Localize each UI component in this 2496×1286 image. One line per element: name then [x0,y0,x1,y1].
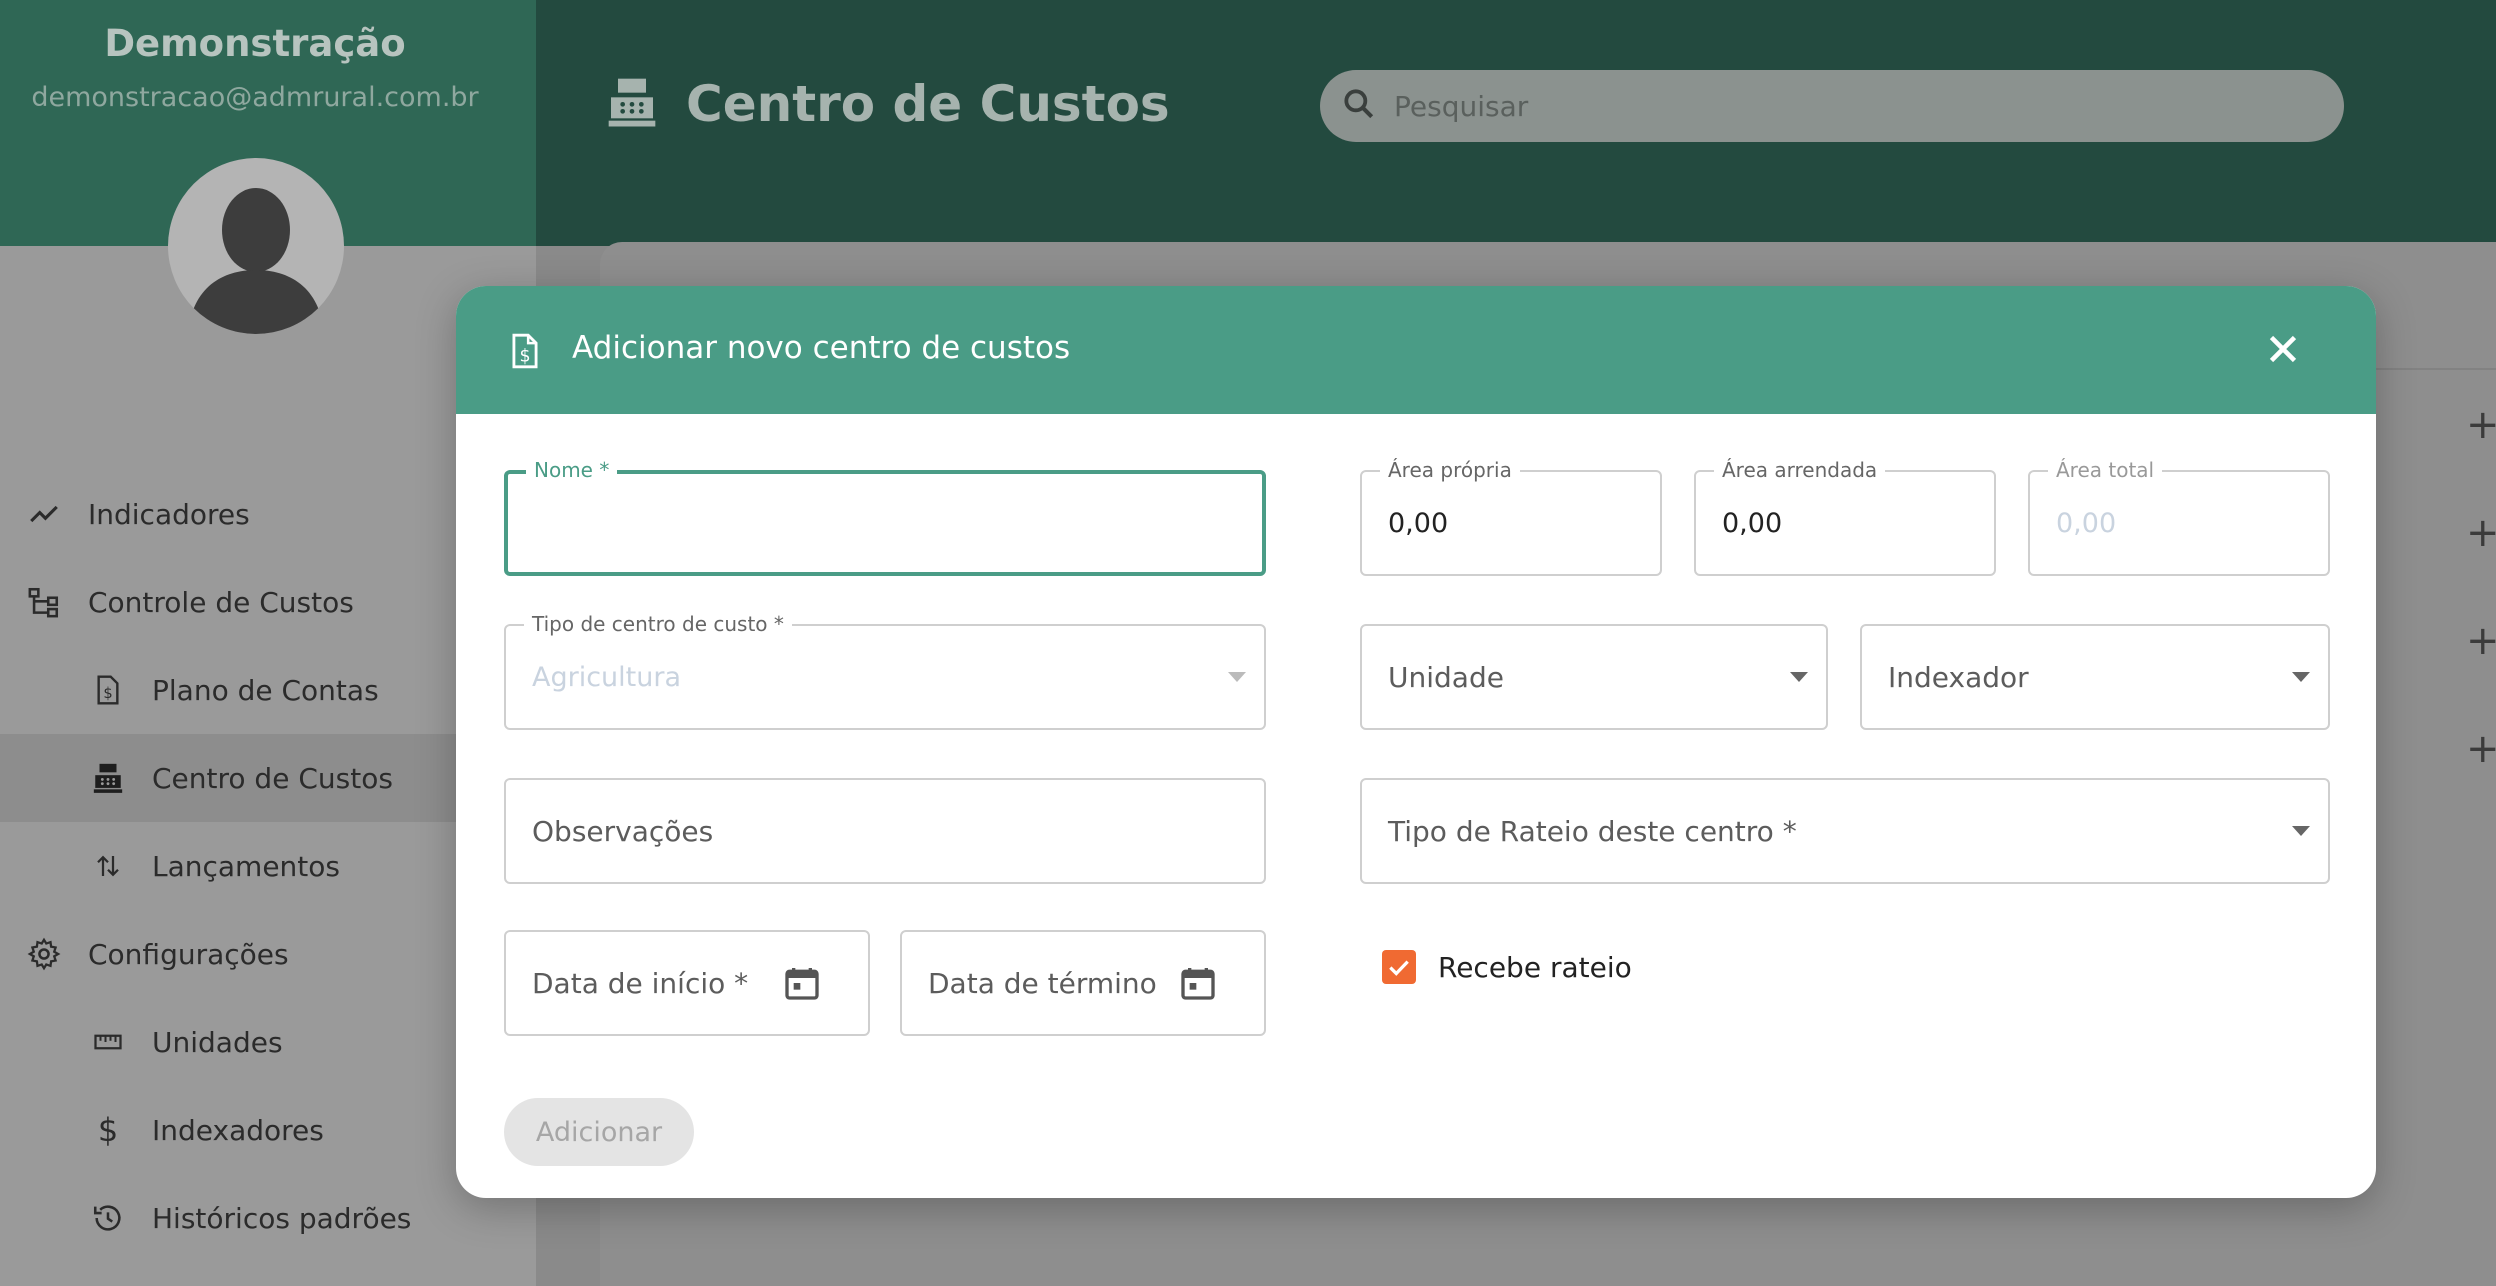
page-title: Centro de Custos [686,75,1170,133]
nome-input[interactable] [532,474,1211,572]
sidebar-item-label: Históricos padrões [152,1201,412,1235]
gear-icon [26,936,62,972]
search-input[interactable]: Pesquisar [1394,90,1528,123]
tipo-centro-custo-value: Agricultura [532,661,682,693]
sidebar-item-label: Plano de Contas [152,673,379,707]
expand-plus-icon[interactable]: + [2466,402,2496,448]
recebe-rateio-checkbox[interactable] [1382,950,1416,984]
user-silhouette-icon [188,188,324,334]
area-arrendada-field[interactable]: Área arrendada 0,00 [1694,458,1996,576]
calendar-icon[interactable] [782,963,822,1007]
expand-plus-icon[interactable]: + [2466,510,2496,556]
unidade-select[interactable]: Unidade [1360,624,1828,730]
expand-plus-icon[interactable]: + [2466,618,2496,664]
sidebar-item-label: Unidades [152,1025,283,1059]
search-bar[interactable]: Pesquisar [1320,70,2344,142]
dialog-title: Adicionar novo centro de custos [572,330,1071,366]
history-icon [90,1200,126,1236]
swap-vertical-icon [90,848,126,884]
data-termino-placeholder: Data de término [928,966,1157,1000]
user-email: demonstracao@admrural.com.br [31,82,479,113]
close-icon [2269,335,2297,363]
trend-line-icon [26,496,62,532]
dollar-icon: $ [97,1111,119,1149]
recebe-rateio-option[interactable]: Recebe rateio [1382,950,1632,984]
sidebar-item-historicos-padroes[interactable]: Históricos padrões [0,1174,536,1262]
add-cost-center-dialog: $ Adicionar novo centro de custos Nome *… [456,286,2376,1198]
dollar-document-icon: $ [506,330,544,376]
search-icon [1340,85,1378,127]
tipo-rateio-placeholder: Tipo de Rateio deste centro * [1388,814,1797,848]
avatar[interactable] [168,158,344,334]
tipo-rateio-select[interactable]: Tipo de Rateio deste centro * [1360,778,2330,884]
area-arrendada-value: 0,00 [1722,507,1783,539]
chevron-down-icon [1790,672,1808,682]
dialog-header: $ Adicionar novo centro de custos [456,286,2376,414]
cash-register-icon [604,72,660,136]
check-icon [1389,960,1409,976]
hierarchy-icon [26,584,62,620]
area-total-value: 0,00 [2056,507,2117,539]
data-inicio-field[interactable]: Data de início * [504,930,870,1036]
svg-text:$: $ [519,346,530,366]
sidebar-item-label: Controle de Custos [88,585,354,619]
sidebar-item-label: Lançamentos [152,849,341,883]
recebe-rateio-label: Recebe rateio [1438,950,1632,984]
indexador-select[interactable]: Indexador [1860,624,2330,730]
area-propria-field[interactable]: Área própria 0,00 [1360,458,1662,576]
chevron-down-icon [2292,826,2310,836]
nome-field[interactable]: Nome * [504,458,1266,576]
data-inicio-placeholder: Data de início * [532,966,749,1000]
observacoes-placeholder: Observações [532,814,714,848]
area-propria-value: 0,00 [1388,507,1449,539]
chevron-down-icon [2292,672,2310,682]
svg-text:$: $ [103,685,112,702]
unidade-placeholder: Unidade [1388,660,1504,694]
observacoes-field[interactable]: Observações [504,778,1266,884]
calendar-icon[interactable] [1178,963,1218,1007]
close-button[interactable] [2260,326,2306,372]
area-total-field: Área total 0,00 [2028,458,2330,576]
sidebar-item-label: Indicadores [88,497,250,531]
sidebar-item-label: Configurações [88,937,289,971]
page-header: Centro de Custos [604,72,1170,136]
indexador-placeholder: Indexador [1888,660,2029,694]
add-button[interactable]: Adicionar [504,1098,694,1166]
cash-register-icon [90,760,126,796]
data-termino-field[interactable]: Data de término [900,930,1266,1036]
expand-plus-icon[interactable]: + [2466,726,2496,772]
user-name: Demonstração [104,22,406,65]
sidebar-item-label: Indexadores [152,1113,324,1147]
tipo-centro-custo-select[interactable]: Tipo de centro de custo * Agricultura [504,612,1266,730]
chevron-down-icon [1228,672,1246,682]
dollar-document-icon: $ [90,672,126,708]
sidebar-item-label: Centro de Custos [152,761,393,795]
ruler-icon [90,1024,126,1060]
